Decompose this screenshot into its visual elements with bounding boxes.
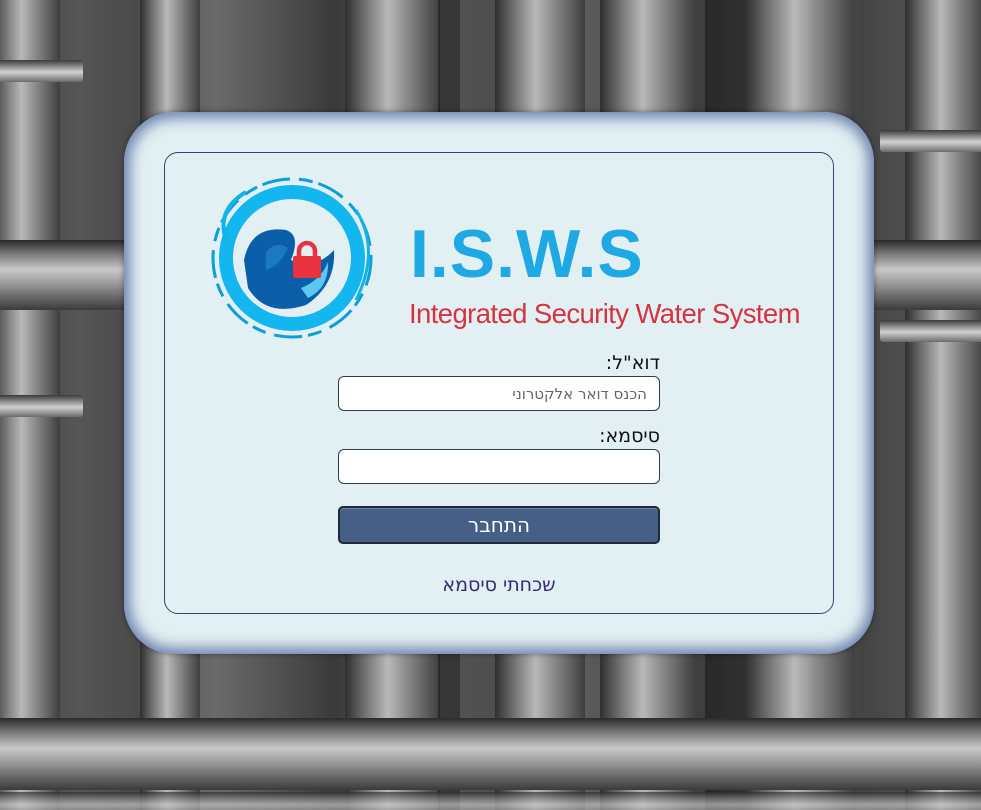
- email-field[interactable]: [338, 376, 660, 411]
- password-label: סיסמא:: [599, 425, 660, 447]
- brand-logo: I.S.W.S Integrated Security Water System: [206, 170, 806, 340]
- pipe-collar: [880, 130, 981, 152]
- pipe-vertical: [905, 0, 981, 810]
- email-label: דוא"ל:: [605, 352, 660, 374]
- pipe-horizontal: [0, 718, 981, 790]
- pipe-collar: [0, 60, 83, 82]
- login-form: דוא"ל: סיסמא: התחבר: [338, 350, 660, 544]
- forgot-password-link[interactable]: שכחתי סיסמא: [124, 574, 874, 596]
- pipe-horizontal: [0, 792, 981, 810]
- lock-icon: [293, 240, 321, 278]
- login-button[interactable]: התחבר: [338, 506, 660, 544]
- password-field[interactable]: [338, 449, 660, 484]
- pipe-collar: [0, 395, 83, 417]
- login-card: I.S.W.S Integrated Security Water System…: [124, 112, 874, 654]
- brand-title: I.S.W.S: [410, 216, 644, 292]
- pipe-collar: [880, 320, 981, 342]
- brand-subtitle: Integrated Security Water System: [409, 298, 801, 329]
